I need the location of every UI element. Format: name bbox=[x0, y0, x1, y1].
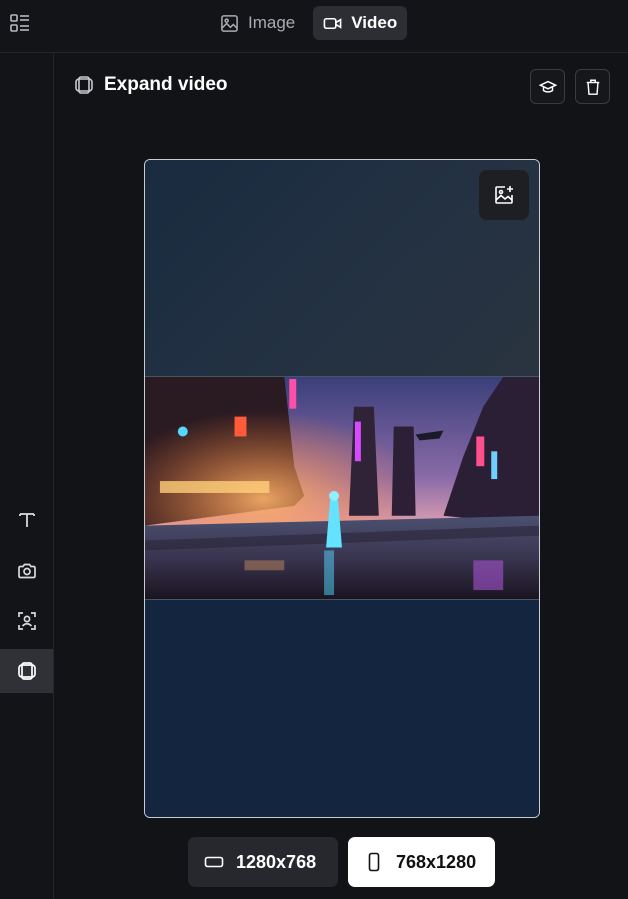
video-frame-preview bbox=[145, 376, 539, 600]
video-canvas[interactable] bbox=[144, 159, 540, 818]
graduation-cap-icon bbox=[538, 80, 557, 93]
mode-tabs: Image Video bbox=[210, 6, 408, 40]
sidebar-item-person[interactable] bbox=[0, 599, 53, 643]
image-icon bbox=[221, 14, 238, 32]
text-icon bbox=[18, 513, 35, 527]
camera-icon bbox=[17, 563, 36, 579]
tab-video[interactable]: Video bbox=[313, 6, 408, 40]
video-camera-icon bbox=[323, 17, 342, 29]
expand-frames-icon bbox=[17, 662, 36, 680]
ratio-label: 768x1280 bbox=[396, 851, 477, 872]
landscape-rect-icon bbox=[204, 856, 224, 868]
sidebar-item-camera[interactable] bbox=[0, 549, 53, 593]
ratio-label: 1280x768 bbox=[236, 851, 317, 872]
ratio-option-768x1280[interactable]: 768x1280 bbox=[348, 837, 495, 887]
expand-frames-icon bbox=[75, 76, 93, 94]
tab-image[interactable]: Image bbox=[210, 6, 305, 40]
sidebar-item-text[interactable] bbox=[0, 498, 53, 542]
top-bar: Image Video bbox=[0, 0, 628, 53]
delete-button[interactable] bbox=[575, 69, 610, 104]
tab-label: Image bbox=[248, 13, 296, 32]
layout-menu-icon[interactable] bbox=[9, 12, 31, 34]
trash-icon bbox=[586, 79, 599, 95]
expand-area-bottom bbox=[145, 600, 539, 817]
tool-sidebar bbox=[0, 53, 54, 899]
image-plus-icon bbox=[495, 186, 513, 204]
tutorial-button[interactable] bbox=[530, 69, 565, 104]
person-scan-icon bbox=[17, 612, 36, 630]
page-title: Expand video bbox=[74, 74, 228, 96]
portrait-rect-icon bbox=[368, 852, 380, 872]
resolution-selector: 1280x768 768x1280 bbox=[188, 837, 495, 887]
city-scene-image bbox=[145, 377, 539, 599]
sidebar-item-expand[interactable] bbox=[0, 649, 53, 693]
panel-header: Expand video bbox=[54, 54, 628, 120]
page-title-text: Expand video bbox=[104, 74, 228, 95]
add-image-button[interactable] bbox=[479, 170, 529, 220]
tab-label: Video bbox=[351, 13, 398, 32]
ratio-option-1280x768[interactable]: 1280x768 bbox=[188, 837, 338, 887]
